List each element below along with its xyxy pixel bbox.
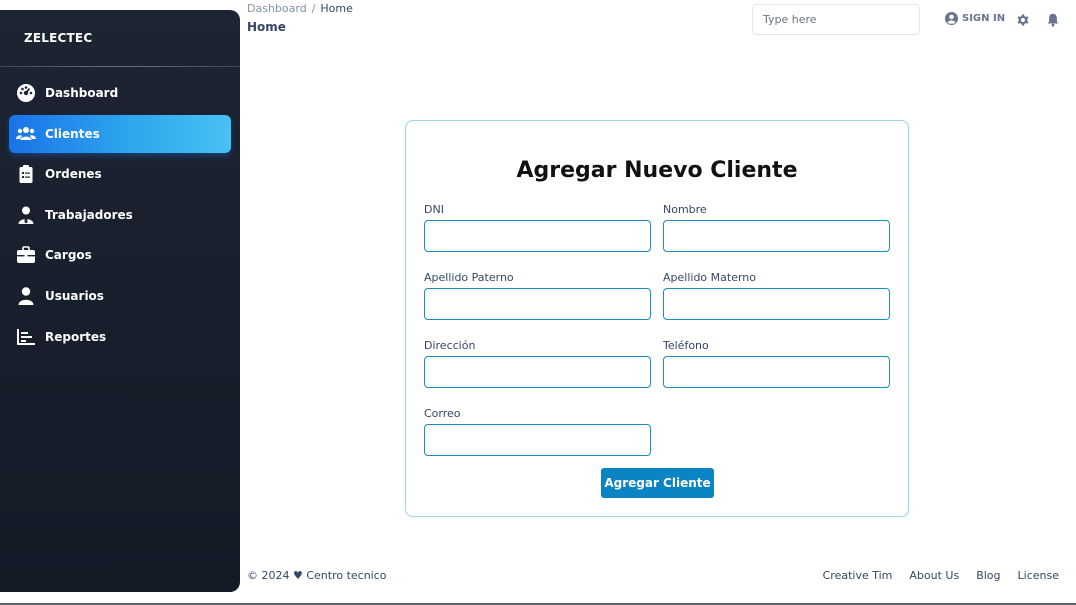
direccion-label: Dirección xyxy=(424,339,476,352)
sidebar-item-label: Usuarios xyxy=(45,288,104,303)
sidebar-item-label: Cargos xyxy=(45,248,92,263)
correo-field[interactable] xyxy=(424,424,651,456)
clipboard-list-icon xyxy=(15,163,37,185)
sidebar-item-label: Reportes xyxy=(45,329,107,344)
breadcrumb-separator: / xyxy=(311,2,316,15)
footer-links: Creative Tim About Us Blog License xyxy=(823,569,1059,582)
sign-in-link[interactable]: SIGN IN xyxy=(945,12,1005,25)
user-circle-icon xyxy=(945,12,958,25)
apellido-materno-field[interactable] xyxy=(663,288,890,320)
user-tie-icon xyxy=(15,204,37,226)
bar-chart-icon xyxy=(15,326,37,348)
nombre-field[interactable] xyxy=(663,220,890,252)
breadcrumb-link-dashboard[interactable]: Dashboard xyxy=(247,2,307,15)
telefono-field[interactable] xyxy=(663,356,890,388)
add-client-button[interactable]: Agregar Cliente xyxy=(601,468,714,498)
sidebar-item-reportes[interactable]: Reportes xyxy=(9,318,231,356)
apellido-materno-label: Apellido Materno xyxy=(663,271,756,284)
sidebar-item-ordenes[interactable]: Ordenes xyxy=(9,155,231,193)
sidebar-item-label: Ordenes xyxy=(45,167,102,182)
sign-in-label: SIGN IN xyxy=(962,13,1006,24)
footer-link-creative-tim[interactable]: Creative Tim xyxy=(823,569,893,582)
users-group-icon xyxy=(15,123,37,145)
sidebar-item-cargos[interactable]: Cargos xyxy=(9,236,231,274)
breadcrumb: Dashboard / Home xyxy=(247,2,353,15)
add-client-card: Agregar Nuevo Cliente DNI Nombre Apellid… xyxy=(405,120,909,517)
sidebar-nav: Dashboard Clientes Ordenes Trabajadores … xyxy=(0,67,240,356)
sidebar-item-label: Trabajadores xyxy=(45,207,133,222)
nombre-label: Nombre xyxy=(663,203,707,216)
direccion-field[interactable] xyxy=(424,356,651,388)
dni-label: DNI xyxy=(424,203,444,216)
footer-copyright: © 2024 ♥ Centro tecnico xyxy=(247,569,387,582)
apellido-paterno-label: Apellido Paterno xyxy=(424,271,514,284)
footer-link-blog[interactable]: Blog xyxy=(976,569,1000,582)
user-icon xyxy=(15,285,37,307)
dni-field[interactable] xyxy=(424,220,651,252)
search-input[interactable] xyxy=(752,4,920,35)
dashboard-gauge-icon xyxy=(15,82,37,104)
apellido-paterno-field[interactable] xyxy=(424,288,651,320)
sidebar-item-label: Dashboard xyxy=(45,86,119,100)
briefcase-icon xyxy=(15,244,37,266)
sidebar-item-label: Clientes xyxy=(45,126,100,141)
sidebar: ZELECTEC Dashboard Clientes Ordenes Trab… xyxy=(0,10,240,592)
breadcrumb-current: Home xyxy=(320,2,353,15)
sidebar-item-usuarios[interactable]: Usuarios xyxy=(9,277,231,315)
sidebar-item-clientes[interactable]: Clientes xyxy=(9,114,231,153)
sidebar-item-trabajadores[interactable]: Trabajadores xyxy=(9,196,231,234)
telefono-label: Teléfono xyxy=(663,339,709,352)
footer-link-license[interactable]: License xyxy=(1018,569,1059,582)
sidebar-item-dashboard[interactable]: Dashboard xyxy=(9,74,231,112)
correo-label: Correo xyxy=(424,407,461,420)
bell-icon[interactable] xyxy=(1046,12,1060,27)
footer-link-about-us[interactable]: About Us xyxy=(909,569,959,582)
gear-icon[interactable] xyxy=(1016,12,1030,26)
brand-logo[interactable]: ZELECTEC xyxy=(0,10,240,66)
page-title: Home xyxy=(247,20,286,34)
form-title: Agregar Nuevo Cliente xyxy=(516,158,798,183)
